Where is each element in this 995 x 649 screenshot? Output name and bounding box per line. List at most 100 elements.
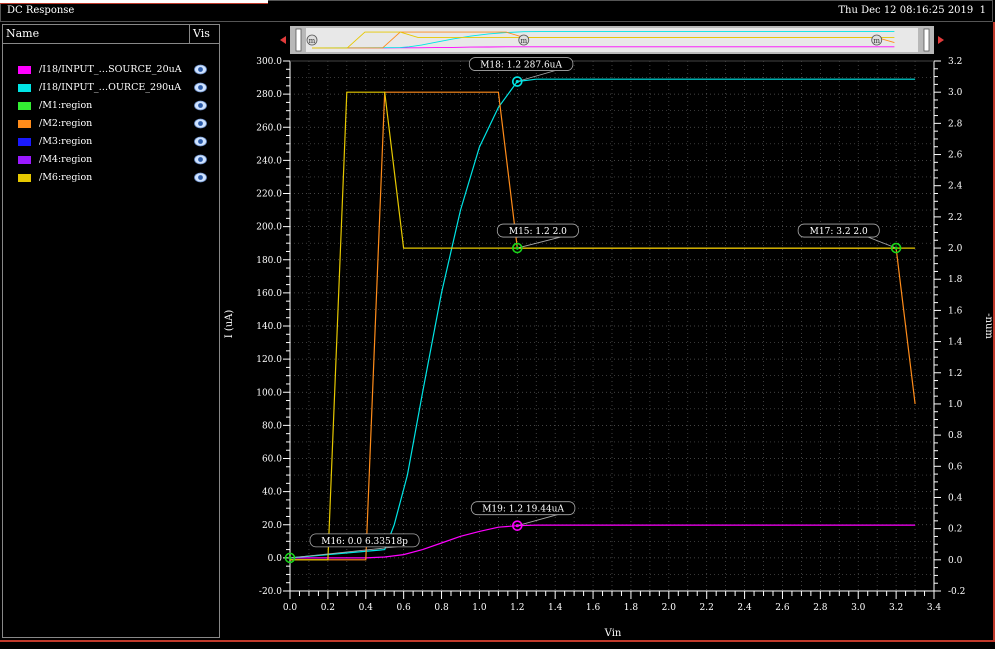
y2-tick-label: 0.4 bbox=[948, 493, 963, 503]
legend-label: /I18/INPUT_…SOURCE_20uA bbox=[39, 64, 182, 75]
legend-panel: Name Vis /I18/INPUT_…SOURCE_20uA/I18/INP… bbox=[2, 24, 220, 638]
x-tick-label: 0.4 bbox=[359, 603, 374, 613]
marker-dot bbox=[515, 246, 519, 250]
y-axis-label: I (uA) bbox=[224, 310, 235, 339]
y-tick-label: 220.0 bbox=[256, 190, 282, 200]
y-tick-label: 20.0 bbox=[262, 521, 282, 531]
legend-item[interactable]: /M2:region bbox=[18, 117, 218, 131]
marker-dot bbox=[515, 79, 519, 84]
legend-item[interactable]: /M1:region bbox=[18, 99, 218, 113]
y2-tick-label: 0.0 bbox=[948, 556, 963, 566]
scroll-left-icon[interactable] bbox=[280, 36, 286, 44]
eye-icon[interactable] bbox=[194, 64, 207, 75]
scroll-right-icon[interactable] bbox=[938, 36, 944, 44]
overview-strip: mmm bbox=[280, 26, 944, 54]
x-tick-label: 3.2 bbox=[889, 603, 903, 613]
legend-label: /M4:region bbox=[39, 154, 93, 165]
x-tick-label: 0.6 bbox=[396, 603, 411, 613]
legend-swatch bbox=[18, 66, 31, 74]
y-tick-label: 280.0 bbox=[256, 90, 282, 100]
legend-swatch bbox=[18, 84, 31, 92]
y2-tick-label: 1.2 bbox=[948, 369, 962, 379]
marker-label: M16: 0.0 6.33518p bbox=[321, 537, 408, 547]
x-tick-label: 2.2 bbox=[700, 603, 714, 613]
y2-tick-label: 1.8 bbox=[948, 275, 963, 285]
column-name[interactable]: Name bbox=[6, 25, 39, 43]
y-tick-label: 200.0 bbox=[256, 223, 282, 233]
y-tick-label: 100.0 bbox=[256, 388, 282, 398]
y-tick-label: -20.0 bbox=[259, 587, 282, 597]
y-tick-label: 60.0 bbox=[262, 455, 282, 465]
legend-item[interactable]: /I18/INPUT_…SOURCE_20uA bbox=[18, 63, 218, 77]
legend-swatch bbox=[18, 174, 31, 182]
legend-item[interactable]: /M3:region bbox=[18, 135, 218, 149]
y-tick-label: 180.0 bbox=[256, 256, 282, 266]
marker-label: M19: 1.2 19.44uA bbox=[482, 505, 564, 515]
x-tick-label: 2.0 bbox=[662, 603, 677, 613]
x-axis-label: Vin bbox=[604, 628, 622, 639]
x-tick-label: 2.8 bbox=[813, 603, 828, 613]
overview-handle-right[interactable] bbox=[923, 28, 930, 52]
eye-icon[interactable] bbox=[194, 154, 207, 165]
window-title: DC Response bbox=[7, 5, 75, 16]
marker-dot bbox=[288, 556, 292, 560]
y-tick-label: 80.0 bbox=[262, 421, 282, 431]
marker-label: M17: 3.2 2.0 bbox=[810, 227, 868, 237]
y2-tick-label: 2.8 bbox=[948, 119, 963, 129]
legend-label: /M1:region bbox=[39, 100, 93, 111]
overview-marker-glyph: m bbox=[873, 37, 880, 45]
overview-marker-glyph: m bbox=[520, 37, 527, 45]
column-vis[interactable]: Vis bbox=[189, 25, 210, 43]
legend-item[interactable]: /M6:region bbox=[18, 171, 218, 185]
marker-label: M15: 1.2 2.0 bbox=[509, 227, 567, 237]
eye-icon[interactable] bbox=[194, 82, 207, 93]
legend-item[interactable]: /M4:region bbox=[18, 153, 218, 167]
window-border-bottom bbox=[0, 640, 995, 642]
y-tick-label: 300.0 bbox=[256, 57, 282, 67]
legend-item[interactable]: /I18/INPUT_…OURCE_290uA bbox=[18, 81, 218, 95]
x-tick-label: 2.4 bbox=[737, 603, 752, 613]
eye-icon[interactable] bbox=[194, 172, 207, 183]
y2-tick-label: 1.0 bbox=[948, 400, 963, 410]
marker-dot bbox=[515, 524, 519, 528]
marker-leader bbox=[517, 513, 562, 527]
x-tick-label: 0.8 bbox=[434, 603, 449, 613]
marker-label: M18: 1.2 287.6uA bbox=[480, 61, 562, 71]
legend-label: /M3:region bbox=[39, 136, 93, 147]
legend-swatch bbox=[18, 102, 31, 110]
overview-marker-glyph: m bbox=[309, 37, 316, 45]
legend-swatch bbox=[18, 156, 31, 164]
y2-tick-label: 0.6 bbox=[948, 462, 963, 472]
x-tick-label: 1.0 bbox=[472, 603, 487, 613]
marker-dot bbox=[894, 246, 898, 250]
y2-tick-label: 3.0 bbox=[948, 88, 963, 98]
x-tick-label: 1.6 bbox=[586, 603, 601, 613]
y-tick-label: 40.0 bbox=[262, 488, 282, 498]
y2-tick-label: 1.4 bbox=[948, 338, 963, 348]
legend-swatch bbox=[18, 120, 31, 128]
y-tick-label: 260.0 bbox=[256, 123, 282, 133]
x-tick-label: 1.8 bbox=[624, 603, 639, 613]
series-line[interactable] bbox=[289, 78, 916, 559]
legend-header: Name Vis bbox=[3, 25, 219, 44]
eye-icon[interactable] bbox=[194, 100, 207, 111]
x-tick-label: 1.4 bbox=[548, 603, 563, 613]
axes: 0.0 0.2 0.4 0.6 0.8 1.0 1.2 1.4 1.6 1.8 2.0 2.2 2.4 2… bbox=[256, 57, 965, 613]
y-tick-label: 120.0 bbox=[256, 355, 282, 365]
eye-icon[interactable] bbox=[194, 136, 207, 147]
dc-response-chart: 0.0 0.2 0.4 0.6 0.8 1.0 1.2 1.4 1.6 1.8 2.0 2.2 2.4 2… bbox=[224, 26, 992, 639]
eye-icon[interactable] bbox=[194, 118, 207, 129]
x-tick-label: 2.6 bbox=[775, 603, 790, 613]
y2-tick-label: 0.8 bbox=[948, 431, 963, 441]
legend-label: /M2:region bbox=[39, 118, 93, 129]
y2-tick-label: 2.0 bbox=[948, 244, 963, 254]
y2-tick-label: 0.2 bbox=[948, 525, 962, 535]
y-tick-label: 0.0 bbox=[268, 554, 283, 564]
marker-leader bbox=[517, 235, 565, 249]
legend-label: /I18/INPUT_…OURCE_290uA bbox=[39, 82, 182, 93]
y2-tick-label: 2.2 bbox=[948, 213, 962, 223]
y2-axis-label: -num bbox=[983, 313, 992, 339]
y2-tick-label: 3.2 bbox=[948, 57, 962, 67]
legend-swatch bbox=[18, 138, 31, 146]
overview-handle-left[interactable] bbox=[295, 28, 302, 52]
